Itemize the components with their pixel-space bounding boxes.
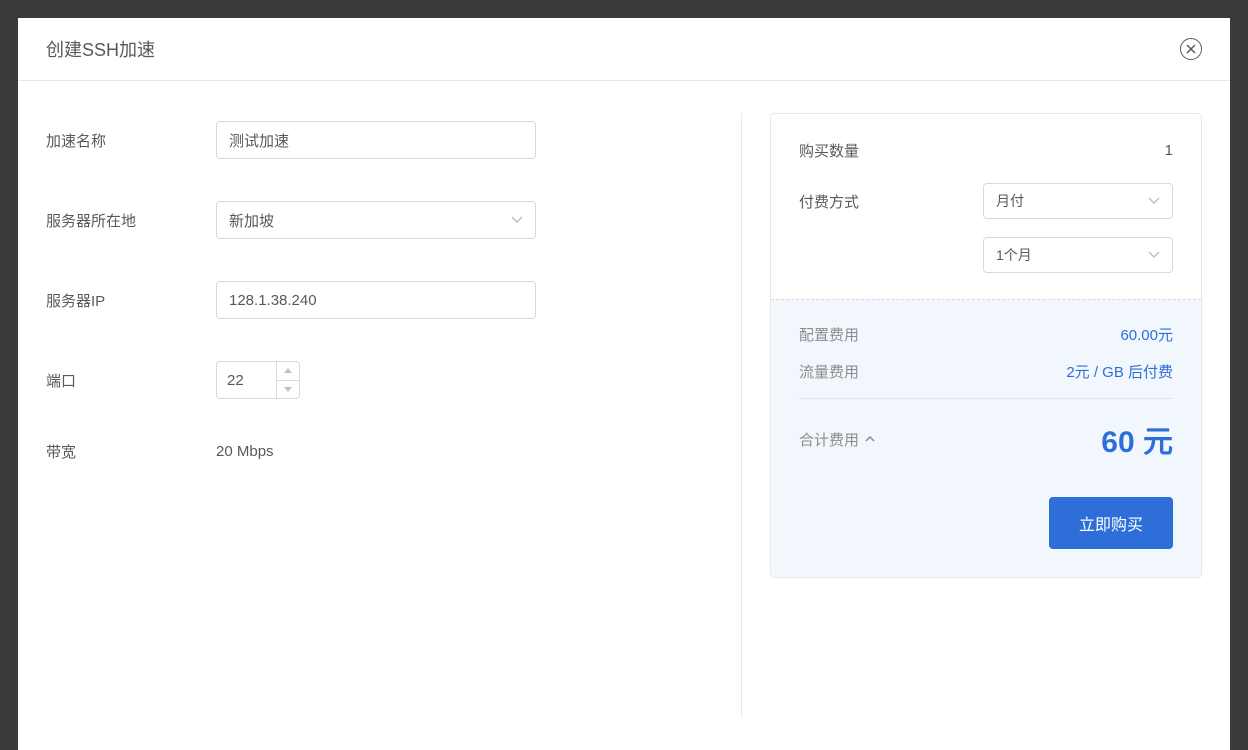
payment-label: 付费方式 [799, 183, 859, 212]
ip-input[interactable] [216, 281, 536, 319]
caret-up-icon [284, 368, 292, 373]
port-decrement[interactable] [277, 381, 299, 399]
caret-down-icon [284, 387, 292, 392]
chevron-up-icon [865, 434, 875, 445]
form-row-port: 端口 [46, 361, 701, 399]
buy-button-row: 立即购买 [799, 497, 1173, 549]
location-select[interactable]: 新加坡 [216, 201, 536, 239]
port-stepper [216, 361, 300, 399]
name-input[interactable] [216, 121, 536, 159]
buy-button[interactable]: 立即购买 [1049, 497, 1173, 549]
config-form: 加速名称 服务器所在地 新加坡 服务器IP 端口 [46, 113, 742, 718]
port-input[interactable] [216, 361, 276, 399]
bandwidth-label: 带宽 [46, 441, 216, 462]
close-button[interactable] [1180, 38, 1202, 60]
location-label: 服务器所在地 [46, 210, 216, 231]
total-label: 合计费用 [799, 429, 859, 450]
form-row-ip: 服务器IP [46, 281, 701, 319]
location-select-value: 新加坡 [229, 210, 274, 231]
cost-divider [799, 398, 1173, 399]
payment-selects: 月付 1个月 [983, 183, 1173, 273]
port-stepper-buttons [276, 361, 300, 399]
purchase-card: 购买数量 1 付费方式 月付 [770, 113, 1202, 578]
payment-duration-select[interactable]: 1个月 [983, 237, 1173, 273]
total-value: 60 元 [1101, 417, 1173, 461]
chevron-down-icon [1148, 194, 1160, 208]
form-row-name: 加速名称 [46, 121, 701, 159]
port-increment[interactable] [277, 362, 299, 381]
quantity-label: 购买数量 [799, 140, 859, 161]
config-cost-value: 60.00元 [1120, 324, 1173, 345]
payment-duration-value: 1个月 [996, 245, 1032, 265]
total-label-wrap[interactable]: 合计费用 [799, 429, 875, 450]
payment-row: 付费方式 月付 1个月 [799, 183, 1173, 273]
config-cost-row: 配置费用 60.00元 [799, 324, 1173, 345]
chevron-down-icon [1148, 248, 1160, 262]
modal-header: 创建SSH加速 [18, 18, 1230, 81]
payment-method-value: 月付 [996, 191, 1024, 211]
ip-label: 服务器IP [46, 290, 216, 311]
modal-body: 加速名称 服务器所在地 新加坡 服务器IP 端口 [18, 81, 1230, 750]
close-icon [1186, 44, 1196, 54]
port-label: 端口 [46, 370, 216, 391]
create-ssh-modal: 创建SSH加速 加速名称 服务器所在地 新加坡 服务器IP [18, 18, 1230, 750]
name-label: 加速名称 [46, 130, 216, 151]
form-row-bandwidth: 带宽 20 Mbps [46, 441, 701, 462]
traffic-cost-row: 流量费用 2元 / GB 后付费 [799, 361, 1173, 382]
modal-title: 创建SSH加速 [46, 36, 155, 62]
total-row: 合计费用 60 元 [799, 417, 1173, 461]
config-cost-label: 配置费用 [799, 324, 859, 345]
form-row-location: 服务器所在地 新加坡 [46, 201, 701, 239]
chevron-down-icon [511, 213, 523, 227]
traffic-cost-value: 2元 / GB 后付费 [1066, 361, 1173, 382]
quantity-value: 1 [1165, 142, 1173, 159]
bandwidth-value: 20 Mbps [216, 443, 274, 460]
purchase-panel: 购买数量 1 付费方式 月付 [742, 113, 1202, 718]
purchase-top: 购买数量 1 付费方式 月付 [771, 114, 1201, 299]
traffic-cost-label: 流量费用 [799, 361, 859, 382]
quantity-row: 购买数量 1 [799, 140, 1173, 161]
payment-method-select[interactable]: 月付 [983, 183, 1173, 219]
purchase-summary: 配置费用 60.00元 流量费用 2元 / GB 后付费 合计费用 [771, 299, 1201, 577]
